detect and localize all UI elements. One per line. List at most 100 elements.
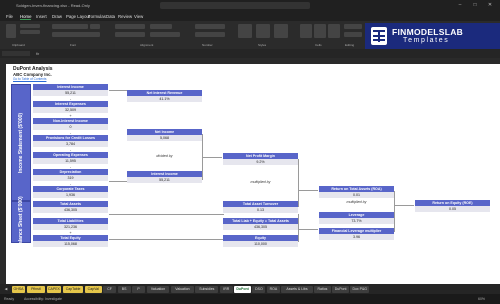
box-roa: Return on Total Assets (ROA) 0.01 [319,186,394,198]
box-financial-leverage-multiplier: Financial Leverage multiplier 3.96 [319,228,394,240]
sheet-tab[interactable]: Subsidies [195,285,219,293]
title-bar: Soldgen-Inven-financing.xlsx - Read-Only… [0,0,500,12]
sheet-tab[interactable]: BS [117,285,131,293]
box-total-equity: Total Equity 115,068 [33,235,108,247]
sheet-tab[interactable]: DuPont [332,285,349,293]
ribbon-group-alignment: Alignment [140,43,154,47]
connector [298,190,318,191]
logo-subtext: Templates [403,37,450,44]
toc-link[interactable]: Go to Table of Contents [13,77,46,81]
sheet-tab[interactable]: Valuation [146,285,170,293]
font-format-buttons[interactable] [52,32,100,37]
sheet-tab[interactable]: DuPont [234,285,251,293]
box-value: 436,305 [33,207,108,213]
multiplied-by-label: multiplied by [346,200,367,204]
menu-draw[interactable]: Draw [52,14,62,19]
sheet-tab[interactable]: Dox P&G [350,285,370,293]
number-format-buttons[interactable] [195,32,225,37]
menu-file[interactable]: File [6,14,13,19]
font-size-select[interactable] [90,24,100,29]
finmodelslab-logo: FINMODELSLAB Templates [365,23,500,49]
menu-data[interactable]: Data [106,14,115,19]
scroll-left-icon[interactable]: ◀ [2,286,10,293]
sheet-tab[interactable]: CAPEX [46,285,62,293]
number-format-select[interactable] [195,24,225,29]
menu-formulas[interactable]: Formulas [88,14,106,19]
align-bottom-buttons[interactable] [115,32,145,37]
menu-insert[interactable]: Insert [36,14,47,19]
fx-icon[interactable]: fx [36,51,39,56]
merge-center-button[interactable] [150,32,180,37]
sheet-tab[interactable]: CapVal [85,285,102,293]
fill-button[interactable] [344,32,362,37]
balance-sheet-label: Balance Sheet ($'000) [11,196,31,248]
sheet-tab[interactable]: CF [103,285,117,293]
zoom-level[interactable]: 60% [478,297,485,301]
wrap-text-button[interactable] [150,24,172,29]
ribbon-group-clipboard: Clipboard [12,43,25,47]
menu-page-layout[interactable]: Page Layout [66,14,90,19]
multiplied-by-label: multiplied by [250,180,271,184]
minimize-icon[interactable]: – [455,2,465,9]
box-value: 115,068 [33,241,108,247]
box-net-income: Net Income 5,068 [127,129,202,141]
ribbon-group-styles: Styles [258,43,267,47]
cell-styles-button[interactable] [274,24,288,38]
box-value: 436,305 [223,224,298,230]
ribbon-group-cells: Cells [315,43,322,47]
close-icon[interactable]: ✕ [485,2,495,9]
sheet-tab[interactable]: Ratios [314,285,331,293]
sheet-tab[interactable]: Pfinstl [26,285,46,293]
box-non-interest-income: Non-Interest Income 0 [33,118,108,130]
menu-home[interactable]: Home [20,14,32,20]
box-net-interest-revenue: Net Interest Revenue 41.1% [127,90,202,102]
align-top-buttons[interactable] [115,24,145,29]
sheet-tab[interactable]: GHSA [12,285,25,293]
box-total-asset-turnover: Total Asset Turnover 0.13 [223,201,298,213]
box-roe: Return on Equity (ROE) 0.05 [415,200,490,212]
search-box[interactable] [160,2,310,9]
sheet-tab[interactable]: IRR [219,285,233,293]
box-interest-income-mid: Interest Income 55,211 [127,171,202,183]
menu-view[interactable]: View [134,14,143,19]
income-statement-text: Income Statement ($'000) [18,112,24,173]
box-value: 110,000 [223,241,298,247]
accessibility-status[interactable]: Accessibility: Investigate [24,297,62,301]
ribbon-group-number: Number [202,43,213,47]
insert-cells-button[interactable] [300,24,312,38]
box-depreciation: Depreciation 319 [33,169,108,181]
connector [202,157,222,158]
conditional-formatting-button[interactable] [238,24,252,38]
ribbon-group-editing: Editing [345,43,355,47]
cut-button[interactable] [20,24,40,28]
delete-cells-button[interactable] [314,24,326,38]
sheet-tab[interactable]: ROA [266,285,280,293]
sheet-tab[interactable]: DSO [252,285,266,293]
sheet-tab[interactable]: Valuation [171,285,194,293]
connector [109,90,127,91]
format-cells-button[interactable] [328,24,340,38]
box-value: 0.13 [223,207,298,213]
sheet-tab[interactable]: CapTable [62,285,84,293]
status-bar: Ready Accessibility: Investigate 60% [0,294,500,304]
sheet-tab[interactable]: P [132,285,146,293]
box-corporate-taxes: Corporate Taxes 1,936 [33,186,108,198]
maximize-icon[interactable]: □ [470,2,480,9]
box-total-liabilities: Total Liabilities 321,236 [33,218,108,230]
copy-button[interactable] [20,30,40,34]
box-value: 41.1% [127,96,202,102]
format-as-table-button[interactable] [256,24,270,38]
menu-review[interactable]: Review [118,14,132,19]
box-value: 5,068 [127,135,202,141]
font-family-select[interactable] [52,24,88,29]
sheet-tab-bar: ◀ GHSA Pfinstl CAPEX CapTable CapVal CF BS P Val… [0,284,500,294]
autosum-button[interactable] [344,24,362,29]
balance-sheet-text: Balance Sheet ($'000) [18,196,24,248]
logo-text: FINMODELSLAB [392,27,464,37]
worksheet[interactable]: DuPont Analysis ABC Company Inc. Go to T… [6,64,500,284]
box-interest-income: Interest Income 55,211 [33,84,108,96]
name-box[interactable] [2,51,30,56]
sheet-tab[interactable]: Assets & Libs [281,285,313,293]
box-leverage: Leverage 73.7% [319,212,394,224]
paste-button[interactable] [6,24,16,38]
